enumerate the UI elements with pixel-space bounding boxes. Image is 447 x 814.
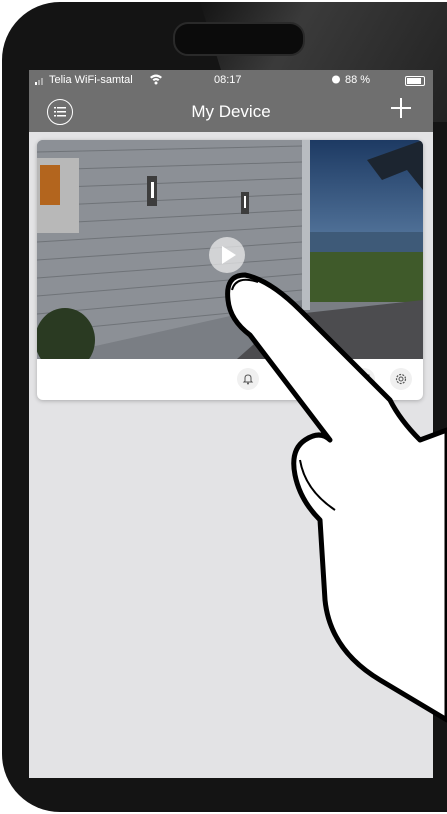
wifi-icon (149, 73, 163, 88)
gallery-icon[interactable] (353, 368, 375, 390)
bell-icon[interactable] (237, 368, 259, 390)
signal-icon (35, 76, 47, 88)
app-screen: Telia WiFi-samtal 08:17 88 % My Device (29, 70, 433, 778)
battery-icon (405, 76, 425, 86)
clock: 08:17 (214, 74, 242, 86)
page-title: My Device (191, 102, 271, 121)
alarm-icon (331, 74, 341, 87)
carrier-label: Telia WiFi-samtal (49, 74, 133, 86)
phone-speaker (173, 22, 305, 56)
status-bar: Telia WiFi-samtal 08:17 88 % (29, 70, 433, 90)
phone-frame: Telia WiFi-samtal 08:17 88 % My Device (0, 0, 447, 814)
nav-bar: My Device (29, 90, 433, 132)
plus-icon[interactable] (386, 93, 416, 123)
play-icon[interactable] (209, 237, 245, 273)
gear-icon[interactable] (390, 368, 412, 390)
device-card[interactable] (37, 140, 423, 400)
battery-percent: 88 % (345, 74, 371, 86)
